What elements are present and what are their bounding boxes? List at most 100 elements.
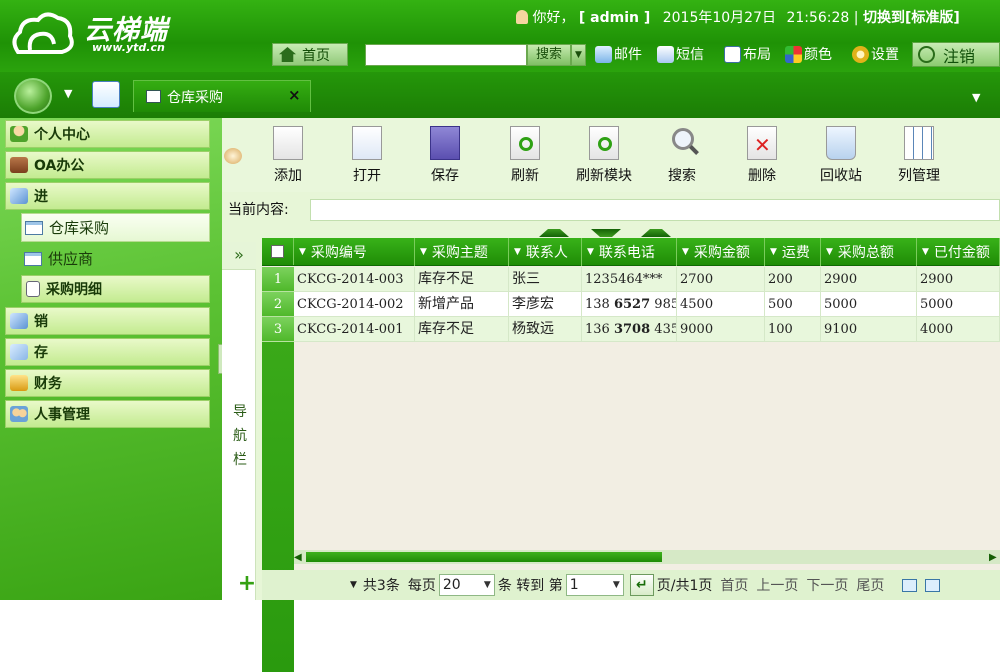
start-menu-button[interactable] xyxy=(14,78,52,114)
home-label: 首页 xyxy=(302,47,330,64)
select-all-checkbox[interactable] xyxy=(271,245,284,258)
search-dropdown-icon[interactable]: ▼ xyxy=(571,44,586,66)
sort-dropdown-icon: ▼ xyxy=(682,247,689,257)
settings-link[interactable]: 设置 xyxy=(852,44,899,64)
main-content: 添加 打开 保存 刷新 刷新模块 搜索 ✕ 删除 回收站 列管理 当前内容: »… xyxy=(222,118,1000,672)
horizontal-scrollbar[interactable]: ◀ ▶ xyxy=(294,550,1000,564)
module-settings-icon[interactable] xyxy=(224,148,242,164)
open-button[interactable]: 打开 xyxy=(337,126,397,185)
per-page-value: 20 xyxy=(442,577,461,593)
refresh-module-icon xyxy=(589,126,619,160)
cell-phone: 138 6527 9851 xyxy=(582,292,677,317)
pager-menu-icon[interactable]: ▼ xyxy=(350,580,357,590)
splitter-up-icon[interactable] xyxy=(641,229,671,237)
add-row-icon[interactable]: + xyxy=(232,570,262,600)
per-page-select[interactable]: 20 ▼ xyxy=(438,574,495,596)
layout-label: 布局 xyxy=(743,47,771,63)
nav-panel: » 导航栏 xyxy=(222,242,256,600)
sidebar-subitem-label: 采购明细 xyxy=(46,282,102,298)
refresh-button[interactable]: 刷新 xyxy=(495,126,555,185)
next-page-link[interactable]: 下一页 xyxy=(806,575,848,595)
prev-page-link[interactable]: 上一页 xyxy=(756,575,798,595)
gear-icon xyxy=(852,45,869,63)
document-icon xyxy=(26,281,40,297)
mail-link[interactable]: 邮件 xyxy=(595,44,642,64)
column-label: 采购总额 xyxy=(837,245,894,261)
delete-button[interactable]: ✕ 删除 xyxy=(732,126,792,185)
column-header[interactable]: ▼ 采购金额 xyxy=(677,238,765,266)
sidebar-item-hr[interactable]: 人事管理 xyxy=(5,400,210,428)
cell-id: CKCG-2014-002 xyxy=(294,292,415,317)
last-page-link[interactable]: 尾页 xyxy=(856,575,884,595)
logout-button[interactable]: 注销 xyxy=(912,42,1000,67)
edit-note-icon[interactable] xyxy=(92,81,120,108)
splitter-down-icon[interactable] xyxy=(591,229,621,237)
splitter-up-icon[interactable] xyxy=(539,229,569,237)
person-icon xyxy=(10,126,28,142)
cell-contact: 杨致远 xyxy=(509,317,582,342)
tab-warehouse-purchase[interactable]: 仓库采购 xyxy=(133,80,311,112)
sidebar-item-purchase[interactable]: 进 xyxy=(5,182,210,210)
scroll-right-icon[interactable]: ▶ xyxy=(989,552,997,563)
sidebar-item-inventory[interactable]: 存 xyxy=(5,338,210,366)
search-button[interactable]: 搜索 xyxy=(527,44,571,66)
sidebar-subitem-warehouse-purchase[interactable]: 仓库采购 xyxy=(21,213,210,242)
tab-close-icon[interactable]: × xyxy=(288,86,301,104)
column-header[interactable]: ▼ 采购主题 xyxy=(415,238,509,266)
search-input[interactable] xyxy=(365,44,527,66)
column-header[interactable]: ▼ 已付金额 xyxy=(917,238,1000,266)
sms-link[interactable]: 短信 xyxy=(657,44,704,64)
row-number: 3 xyxy=(262,317,294,342)
home-button[interactable]: 首页 xyxy=(272,43,348,66)
sidebar-item-personal[interactable]: 个人中心 xyxy=(5,120,210,148)
column-manage-button[interactable]: 列管理 xyxy=(889,126,949,185)
go-page-button[interactable]: ↵ xyxy=(629,574,654,596)
table-row[interactable]: 3 CKCG-2014-001 库存不足 杨致远 136 3708 4358 9… xyxy=(262,317,1000,342)
start-menu-dropdown-icon[interactable]: ▼ xyxy=(64,87,72,100)
grid-view-icon[interactable] xyxy=(925,578,941,592)
switch-version-link[interactable]: 切换到[标准版] xyxy=(863,10,960,26)
scrollbar-thumb[interactable] xyxy=(306,552,662,562)
color-link[interactable]: 颜色 xyxy=(785,44,832,64)
search-tool-button[interactable]: 搜索 xyxy=(652,126,712,185)
sms-label: 短信 xyxy=(676,47,704,63)
save-button[interactable]: 保存 xyxy=(415,126,475,185)
cell-freight: 100 xyxy=(765,317,821,342)
layout-link[interactable]: 布局 xyxy=(724,44,771,64)
column-header[interactable]: ▼ 联系人 xyxy=(509,238,582,266)
page-value: 1 xyxy=(569,577,579,593)
column-label: 联系电话 xyxy=(598,245,655,261)
cube-icon xyxy=(10,313,28,329)
current-content-field[interactable] xyxy=(310,199,1000,221)
first-page-link[interactable]: 首页 xyxy=(720,575,748,595)
cell-total: 5000 xyxy=(821,292,917,317)
sidebar-item-finance[interactable]: 财务 xyxy=(5,369,210,397)
column-header[interactable]: ▼ 联系电话 xyxy=(582,238,677,266)
cell-subject: 库存不足 xyxy=(415,267,509,292)
column-header[interactable]: ▼ 运费 xyxy=(765,238,821,266)
list-view-icon[interactable] xyxy=(902,578,918,592)
column-manage-label: 列管理 xyxy=(898,168,940,184)
add-button[interactable]: 添加 xyxy=(258,126,318,185)
per-page-label: 每页 xyxy=(407,578,436,594)
column-header[interactable]: ▼ 采购编号 xyxy=(294,238,415,266)
cell-freight: 500 xyxy=(765,292,821,317)
expand-nav-icon[interactable]: » xyxy=(222,242,256,270)
sidebar-item-sales[interactable]: 销 xyxy=(5,307,210,335)
user-status-line: 你好， [ admin ] 2015年10月27日 21:56:28 | 切换到… xyxy=(516,7,960,27)
scroll-left-icon[interactable]: ◀ xyxy=(294,552,302,563)
row-number: 1 xyxy=(262,267,294,292)
sidebar-subitem-supplier[interactable]: 供应商 xyxy=(21,244,210,273)
refresh-module-button[interactable]: 刷新模块 xyxy=(573,126,635,185)
boxes-icon xyxy=(10,344,28,360)
sidebar-item-oa[interactable]: OA办公 xyxy=(5,151,210,179)
cube-icon xyxy=(10,188,28,204)
table-row[interactable]: 2 CKCG-2014-002 新增产品 李彦宏 138 6527 9851 4… xyxy=(262,292,1000,317)
sidebar-subitem-purchase-detail[interactable]: 采购明细 xyxy=(21,275,210,303)
recycle-bin-button[interactable]: 回收站 xyxy=(811,126,871,185)
page-select[interactable]: 1 ▼ xyxy=(565,574,624,596)
column-header[interactable]: ▼ 采购总额 xyxy=(821,238,917,266)
tab-list-dropdown-icon[interactable]: ▼ xyxy=(972,91,980,104)
table-row[interactable]: 1 CKCG-2014-003 库存不足 张三 1235464*** 2700 … xyxy=(262,267,1000,292)
cell-phone: 1235464*** xyxy=(582,267,677,292)
